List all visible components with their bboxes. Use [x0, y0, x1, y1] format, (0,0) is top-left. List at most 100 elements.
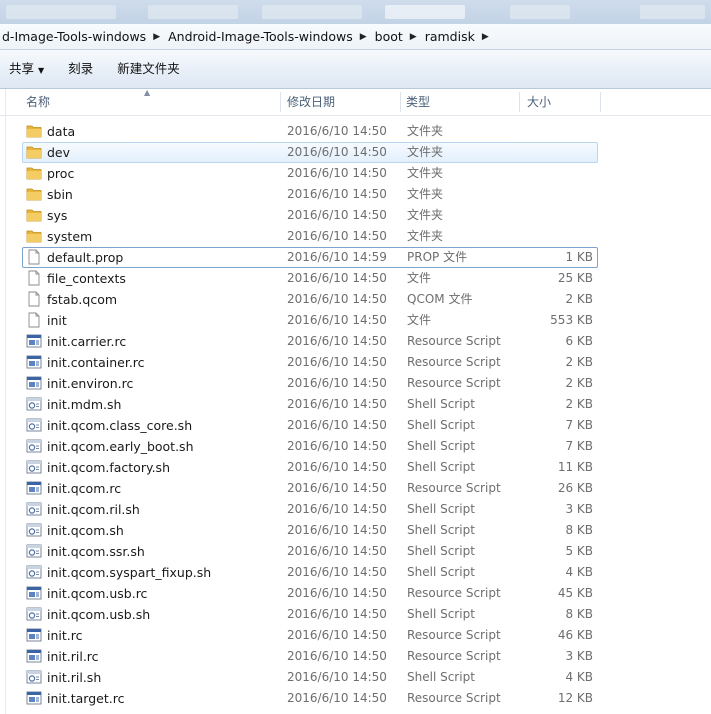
- file-row[interactable]: init.qcom.ssr.sh 2016/6/10 14:50 Shell Scr…: [0, 541, 711, 562]
- file-name: init.container.rc: [47, 355, 145, 370]
- modified-date: 2016/6/10 14:50: [287, 649, 387, 663]
- address-bar[interactable]: d-Image-Tools-windows ▶ Android-Image-Too…: [0, 24, 711, 50]
- file-row[interactable]: init.qcom.factory.sh 2016/6/10 14:50 Shell…: [0, 457, 711, 478]
- column-divider[interactable]: [519, 92, 520, 112]
- column-header-name[interactable]: 名称: [26, 89, 276, 115]
- file-type: Shell Script: [407, 607, 475, 621]
- file-type: 文件夹: [407, 145, 444, 159]
- shell-script-icon: [26, 606, 42, 622]
- folder-icon: [26, 123, 42, 139]
- modified-date: 2016/6/10 14:50: [287, 481, 387, 495]
- breadcrumb-item[interactable]: boot: [375, 29, 403, 44]
- column-header-type[interactable]: 类型: [406, 89, 516, 115]
- folder-row[interactable]: sbin 2016/6/10 14:50 文件夹: [0, 184, 711, 205]
- file-row[interactable]: init.qcom.class_core.sh 2016/6/10 14:50 Sh…: [0, 415, 711, 436]
- file-row[interactable]: init.carrier.rc 2016/6/10 14:50 Resource S…: [0, 331, 711, 352]
- file-row[interactable]: default.prop 2016/6/10 14:59 PROP 文件 1 KB: [0, 247, 711, 268]
- file-icon: [26, 291, 42, 307]
- background-tab[interactable]: [148, 5, 238, 19]
- folder-row[interactable]: sys 2016/6/10 14:50 文件夹: [0, 205, 711, 226]
- file-row[interactable]: init.qcom.usb.rc 2016/6/10 14:50 Resource …: [0, 583, 711, 604]
- file-size: 4 KB: [565, 565, 593, 579]
- folder-row[interactable]: data 2016/6/10 14:50 文件夹: [0, 121, 711, 142]
- file-icon: [26, 312, 42, 328]
- file-row[interactable]: init.ril.sh 2016/6/10 14:50 Shell Script 4 …: [0, 667, 711, 688]
- chevron-right-icon[interactable]: ▶: [482, 32, 489, 42]
- share-label: 共享: [9, 61, 35, 76]
- folder-icon: [26, 186, 42, 202]
- file-name: init.target.rc: [47, 691, 125, 706]
- file-row[interactable]: init.qcom.rc 2016/6/10 14:50 Resource Scri…: [0, 478, 711, 499]
- file-row[interactable]: init.qcom.usb.sh 2016/6/10 14:50 Shell Scr…: [0, 604, 711, 625]
- file-row[interactable]: init.mdm.sh 2016/6/10 14:50 Shell Script 2 …: [0, 394, 711, 415]
- file-name: system: [47, 229, 93, 244]
- file-name: init.qcom.early_boot.sh: [47, 439, 194, 454]
- file-size: 11 KB: [557, 460, 593, 474]
- file-row[interactable]: init.environ.rc 2016/6/10 14:50 Resource S…: [0, 373, 711, 394]
- modified-date: 2016/6/10 14:50: [287, 586, 387, 600]
- file-row[interactable]: init.target.rc 2016/6/10 14:50 Resource Sc…: [0, 688, 711, 709]
- file-row[interactable]: fstab.qcom 2016/6/10 14:50 QCOM 文件 2 KB: [0, 289, 711, 310]
- file-size: [520, 205, 593, 226]
- folder-row[interactable]: dev 2016/6/10 14:50 文件夹: [0, 142, 711, 163]
- burn-button[interactable]: 刻录: [59, 57, 102, 81]
- column-divider[interactable]: [600, 92, 601, 112]
- file-row[interactable]: init.qcom.ril.sh 2016/6/10 14:50 Shell Scr…: [0, 499, 711, 520]
- background-tab[interactable]: [385, 5, 465, 19]
- column-header-size[interactable]: 大小: [527, 89, 597, 115]
- column-headers: ▲ 名称 修改日期 类型 大小: [0, 88, 711, 116]
- file-name: init.qcom.factory.sh: [47, 460, 170, 475]
- modified-date: 2016/6/10 14:50: [287, 355, 387, 369]
- file-row[interactable]: init.rc 2016/6/10 14:50 Resource Script 46 …: [0, 625, 711, 646]
- chevron-right-icon[interactable]: ▶: [153, 32, 160, 42]
- breadcrumb-item[interactable]: Android-Image-Tools-windows: [168, 29, 353, 44]
- resource-script-icon: [26, 648, 42, 664]
- modified-date: 2016/6/10 14:50: [287, 523, 387, 537]
- shell-script-icon: [26, 543, 42, 559]
- file-name: init.qcom.ssr.sh: [47, 544, 145, 559]
- file-size: [520, 184, 593, 205]
- file-name: fstab.qcom: [47, 292, 118, 307]
- file-row[interactable]: init.ril.rc 2016/6/10 14:50 Resource Scrip…: [0, 646, 711, 667]
- new-folder-button[interactable]: 新建文件夹: [108, 57, 189, 81]
- shell-script-icon: [26, 417, 42, 433]
- file-name: sys: [47, 208, 68, 223]
- file-type: Resource Script: [407, 376, 501, 390]
- modified-date: 2016/6/10 14:50: [287, 628, 387, 642]
- file-row[interactable]: init.container.rc 2016/6/10 14:50 Resource…: [0, 352, 711, 373]
- modified-date: 2016/6/10 14:50: [287, 544, 387, 558]
- background-tab[interactable]: [6, 5, 116, 19]
- share-button[interactable]: 共享 ▼: [0, 57, 53, 81]
- file-type: Resource Script: [407, 334, 501, 348]
- file-row[interactable]: file_contexts 2016/6/10 14:50 文件 25 KB: [0, 268, 711, 289]
- breadcrumb-item[interactable]: ramdisk: [425, 29, 475, 44]
- background-tab[interactable]: [640, 5, 705, 19]
- column-divider[interactable]: [280, 92, 281, 112]
- column-divider[interactable]: [400, 92, 401, 112]
- breadcrumb-item[interactable]: d-Image-Tools-windows: [2, 29, 146, 44]
- file-type: Resource Script: [407, 628, 501, 642]
- modified-date: 2016/6/10 14:50: [287, 607, 387, 621]
- shell-script-icon: [26, 459, 42, 475]
- file-size: [520, 163, 593, 184]
- chevron-right-icon[interactable]: ▶: [360, 32, 367, 42]
- file-row[interactable]: init.qcom.early_boot.sh 2016/6/10 14:50 Sh…: [0, 436, 711, 457]
- resource-script-icon: [26, 627, 42, 643]
- file-row[interactable]: init 2016/6/10 14:50 文件 553 KB: [0, 310, 711, 331]
- file-row[interactable]: init.qcom.syspart_fixup.sh 2016/6/10 14:5…: [0, 562, 711, 583]
- modified-date: 2016/6/10 14:50: [287, 418, 387, 432]
- file-row[interactable]: init.qcom.sh 2016/6/10 14:50 Shell Script 8…: [0, 520, 711, 541]
- file-size: 5 KB: [565, 544, 593, 558]
- column-header-date[interactable]: 修改日期: [287, 89, 397, 115]
- file-size: 12 KB: [557, 691, 593, 705]
- file-name: init.qcom.syspart_fixup.sh: [47, 565, 212, 580]
- modified-date: 2016/6/10 14:50: [287, 292, 387, 306]
- file-size: [520, 226, 593, 247]
- chevron-right-icon[interactable]: ▶: [410, 32, 417, 42]
- file-size: [520, 121, 593, 142]
- background-tab[interactable]: [510, 5, 570, 19]
- shell-script-icon: [26, 396, 42, 412]
- folder-row[interactable]: system 2016/6/10 14:50 文件夹: [0, 226, 711, 247]
- folder-row[interactable]: proc 2016/6/10 14:50 文件夹: [0, 163, 711, 184]
- background-tab[interactable]: [262, 5, 362, 19]
